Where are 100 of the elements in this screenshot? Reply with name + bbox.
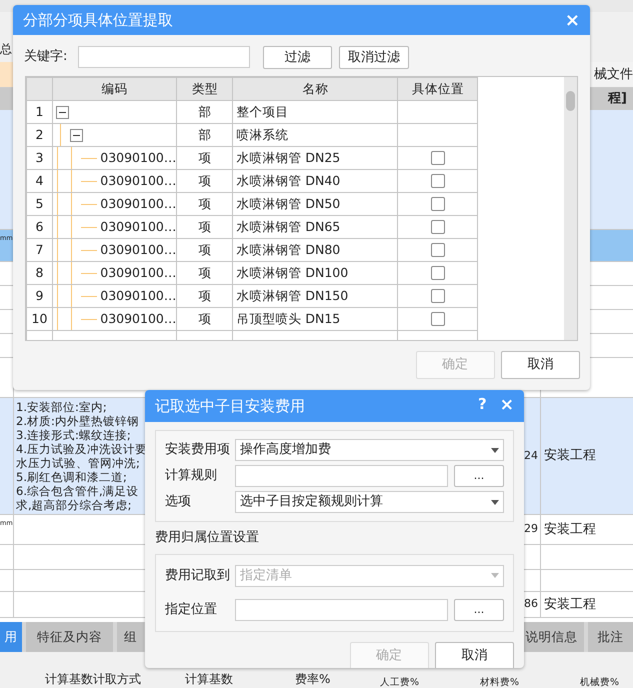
table-cell: 项 — [176, 216, 233, 238]
header-cell — [0, 62, 14, 87]
group-header: 程] — [608, 90, 627, 108]
description-text: 水压力试验、管网冲洗; — [16, 456, 140, 470]
column-header: 械文件 — [594, 66, 633, 84]
table-cell: 项 — [176, 238, 233, 262]
table-cell-text: 03090100… — [100, 172, 176, 190]
checkbox[interactable] — [430, 266, 445, 280]
row-number: 9 — [26, 284, 52, 308]
checkbox[interactable] — [430, 289, 445, 304]
table-cell-text: 03090100… — [100, 240, 176, 259]
table-cell: 水喷淋钢管 DN50 — [232, 192, 398, 216]
table-cell: 部 — [176, 124, 233, 146]
table-cell: 喷淋系统 — [232, 124, 398, 146]
row-number: 8 — [26, 262, 52, 284]
description-text: 6.综合包含管件,满足设 — [16, 484, 139, 498]
table-cell-text: 03090100… — [100, 194, 176, 213]
table-cell: 项 — [176, 262, 233, 284]
table-cell: 水喷淋钢管 DN25 — [232, 146, 398, 170]
checkbox[interactable] — [430, 220, 445, 234]
row-number: 3 — [26, 146, 52, 170]
scrollbar[interactable] — [564, 77, 577, 340]
column-header: 名称 — [232, 78, 398, 100]
dropdown[interactable]: 操作高度增加费 — [235, 439, 504, 461]
keyword-field[interactable] — [78, 46, 250, 68]
table-cell-text: 86 — [524, 596, 538, 612]
table-cell: 项 — [176, 192, 233, 216]
column-header: 机械费% — [580, 676, 620, 688]
table-cell: 水喷淋钢管 DN80 — [232, 238, 398, 262]
cancel-button[interactable]: 取消 — [501, 351, 580, 379]
checkbox[interactable] — [430, 151, 445, 166]
table-cell: 项 — [176, 284, 233, 308]
table-cell: 项 — [176, 146, 233, 170]
section-title: 费用归属位置设置 — [155, 529, 259, 547]
description-text: 求,超高部分综合考虑; — [16, 498, 132, 512]
field-label: 费用记取到 — [165, 566, 231, 585]
table-cell: 吊顶型喷头 DN15 — [232, 308, 398, 330]
checkbox[interactable] — [430, 312, 445, 326]
filter-button[interactable]: 过滤 — [263, 46, 332, 68]
caret-icon — [491, 573, 499, 578]
table-cell-text: 03090100… — [100, 218, 176, 236]
tab[interactable]: 特征及内容 — [26, 622, 113, 652]
browse-button[interactable]: ... — [454, 465, 504, 487]
keyword-label: 关键字: — [24, 48, 68, 66]
table-cell-text: 03090100… — [100, 310, 176, 328]
checkbox[interactable] — [430, 243, 445, 258]
table-cell-text: 03090100… — [100, 148, 176, 167]
row-number: 4 — [26, 170, 52, 192]
dropdown[interactable]: 选中子目按定额规则计算 — [235, 491, 504, 513]
collapse-toggle[interactable] — [70, 128, 83, 142]
input-field[interactable] — [235, 465, 448, 487]
description-text: 3.连接形式:螺纹连接; — [16, 428, 131, 442]
column-header: 具体位置 — [398, 78, 478, 100]
browse-button[interactable]: ... — [454, 598, 504, 620]
collapse-toggle[interactable] — [56, 106, 69, 118]
dropdown: 指定清单 — [235, 564, 504, 586]
table-cell-text: 03090100… — [100, 286, 176, 305]
column-header: 编码 — [52, 78, 177, 100]
cancel-button[interactable]: 取消 — [435, 642, 514, 668]
table-cell-text: 安装工程 — [544, 447, 596, 466]
table-cell-text: 29 — [524, 521, 538, 538]
row-number: 1 — [26, 100, 52, 124]
table-cell-text: 03090100… — [100, 264, 176, 282]
column-header: 材料费% — [480, 676, 520, 688]
table-cell: 整个项目 — [232, 100, 398, 124]
column-header: 人工费% — [380, 676, 420, 688]
table-cell-text: 安装工程 — [544, 520, 596, 539]
table-cell: 项 — [176, 308, 233, 330]
table-cell: 水喷淋钢管 DN100 — [232, 262, 398, 284]
field-label: 计算规则 — [165, 467, 218, 486]
input-field[interactable] — [235, 598, 448, 620]
caret-icon — [491, 500, 499, 504]
checkbox[interactable] — [430, 174, 445, 188]
description-text: 5.刷红色调和漆二道; — [16, 470, 127, 484]
table-cell: 水喷淋钢管 DN65 — [232, 216, 398, 238]
description-text: 4.压力试验及冲洗设计要 — [16, 442, 147, 456]
description-text: 2.材质:内外壁热镀锌钢 — [16, 414, 139, 428]
tab[interactable]: 批注 — [588, 622, 633, 652]
checkbox[interactable] — [430, 197, 445, 212]
field-label: 安装费用项 — [165, 441, 231, 460]
row-number: 6 — [26, 216, 52, 238]
toolbar-label: 总 — [0, 41, 12, 58]
row-number: 7 — [26, 238, 52, 262]
field-label: 选项 — [165, 493, 192, 512]
column-header: 计算基数计取方式 — [45, 671, 141, 688]
table-cell-text: 24 — [524, 448, 538, 464]
column-header: 计算基数 — [185, 671, 233, 688]
clear-filter-button[interactable]: 取消过滤 — [339, 46, 409, 68]
row-number: 2 — [26, 124, 52, 146]
field-label: 指定位置 — [165, 600, 218, 619]
row-number: 5 — [26, 192, 52, 216]
table-cell: 水喷淋钢管 DN40 — [232, 170, 398, 192]
caret-icon — [491, 448, 499, 452]
dialog-title: 记取选中子目安装费用 — [155, 396, 305, 417]
table-cell: 项 — [176, 170, 233, 192]
dialog-title: 分部分项具体位置提取 — [23, 10, 173, 31]
tab[interactable]: 组 — [117, 622, 144, 652]
column-header: 费率% — [295, 671, 330, 688]
column-header: 类型 — [176, 78, 233, 100]
row-number: 10 — [26, 308, 52, 330]
